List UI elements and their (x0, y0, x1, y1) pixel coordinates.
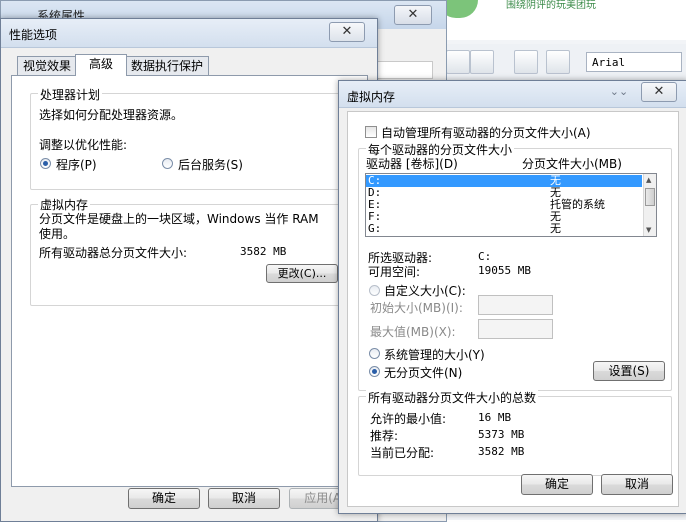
no-paging-file-radio[interactable] (369, 366, 380, 377)
size-column-header: 分页文件大小(MB) (522, 157, 622, 171)
virtual-memory-title: 虚拟内存 (347, 90, 396, 104)
processor-description: 选择如何分配处理器资源。 (39, 108, 184, 122)
background-services-radio-label[interactable]: 后台服务(S) (178, 156, 243, 173)
no-paging-file-label[interactable]: 无分页文件(N) (384, 364, 462, 381)
drive-row-e[interactable]: E: 托管的系统 (366, 199, 642, 211)
recommended-value: 5373 MB (478, 428, 525, 441)
system-managed-radio[interactable] (369, 348, 380, 359)
system-managed-label[interactable]: 系统管理的大小(Y) (384, 346, 485, 363)
performance-options-title: 性能选项 (9, 28, 58, 42)
max-size-input[interactable] (478, 319, 553, 339)
drive-column-header: 驱动器 [卷标](D) (366, 157, 458, 171)
close-icon[interactable]: ✕ (329, 22, 365, 42)
virtual-memory-dialog: 虚拟内存 ⌄⌄ ✕ 自动管理所有驱动器的分页文件大小(A) 每个驱动器的分页文件… (338, 80, 686, 514)
font-name-input[interactable]: Arial (586, 52, 682, 72)
close-icon[interactable]: ✕ (394, 5, 432, 25)
drive-row-c[interactable]: C: 无 (366, 175, 642, 187)
drive-size: 无 (550, 222, 561, 235)
ok-button[interactable]: 确定 (521, 474, 593, 495)
total-paging-value: 3582 MB (240, 245, 287, 258)
current-allocated-value: 3582 MB (478, 445, 525, 458)
free-space-value: 19055 MB (478, 264, 531, 277)
programs-radio[interactable] (40, 158, 51, 169)
set-button[interactable]: 设置(S) (593, 361, 665, 381)
initial-size-input[interactable] (478, 295, 553, 315)
drive-letter: G: (368, 222, 382, 235)
cancel-button[interactable]: 取消 (601, 474, 673, 495)
close-icon[interactable]: ✕ (641, 82, 677, 102)
paste-icon[interactable] (514, 50, 538, 74)
scrollbar-thumb[interactable] (645, 188, 655, 206)
ok-button[interactable]: 确定 (128, 488, 200, 509)
recommended-label: 推荐: (370, 429, 399, 443)
background-banner-text: 围绕阴评的玩美团玩 (506, 0, 596, 11)
tab-advanced[interactable]: 高级 (75, 54, 127, 76)
totals-title: 所有驱动器分页文件大小的总数 (366, 389, 539, 406)
processor-group-title: 处理器计划 (38, 86, 103, 103)
drive-row-f[interactable]: F: 无 (366, 211, 642, 223)
virtual-memory-body: 自动管理所有驱动器的分页文件大小(A) 每个驱动器的分页文件大小 驱动器 [卷标… (347, 111, 679, 507)
drive-list[interactable]: C: 无 D: 无 E: 托管的系统 F: 无 G: 无 ▲ ▼ (365, 173, 657, 237)
advanced-tab-panel: 处理器计划 选择如何分配处理器资源。 调整以优化性能: 程序(P) 后台服务(S… (11, 75, 368, 487)
custom-size-radio[interactable] (369, 285, 380, 296)
selected-drive-value: C: (478, 250, 492, 263)
auto-manage-checkbox[interactable] (365, 126, 377, 138)
format-painter-icon[interactable] (546, 50, 570, 74)
tab-visual-effects[interactable]: 视觉效果 (17, 56, 77, 75)
optimize-label: 调整以优化性能: (39, 138, 128, 152)
free-space-label: 可用空间: (368, 265, 421, 279)
custom-size-label[interactable]: 自定义大小(C): (384, 282, 466, 299)
change-button[interactable]: 更改(C)... (266, 264, 338, 283)
drive-list-scrollbar[interactable]: ▲ ▼ (643, 174, 656, 236)
save-icon[interactable] (446, 50, 470, 74)
programs-radio-label[interactable]: 程序(P) (56, 156, 97, 173)
current-allocated-label: 当前已分配: (370, 446, 435, 460)
performance-options-titlebar (1, 19, 377, 48)
drive-row-g[interactable]: G: 无 (366, 223, 642, 235)
min-allowed-value: 16 MB (478, 411, 512, 424)
background-services-radio[interactable] (162, 158, 173, 169)
scroll-up-icon[interactable]: ▲ (646, 176, 654, 184)
min-allowed-label: 允许的最小值: (370, 412, 447, 426)
initial-size-label: 初始大小(MB)(I): (370, 301, 463, 315)
virtual-memory-description: 分页文件是硬盘上的一块区域，Windows 当作 RAM 使用。 (39, 212, 319, 241)
cancel-button[interactable]: 取消 (208, 488, 280, 509)
tab-data-execution-prevention[interactable]: 数据执行保护 (125, 56, 209, 75)
total-paging-label: 所有驱动器总分页文件大小: (39, 246, 188, 260)
undo-icon[interactable] (470, 50, 494, 74)
virtual-memory-group-title: 虚拟内存 (38, 196, 91, 213)
performance-options-dialog: 性能选项 ✕ 视觉效果 高级 数据执行保护 处理器计划 选择如何分配处理器资源。… (0, 18, 378, 522)
scroll-down-icon[interactable]: ▼ (646, 226, 654, 234)
max-size-label: 最大值(MB)(X): (370, 325, 456, 339)
minimize-icon: ⌄⌄ (609, 85, 629, 98)
auto-manage-label[interactable]: 自动管理所有驱动器的分页文件大小(A) (381, 124, 591, 141)
